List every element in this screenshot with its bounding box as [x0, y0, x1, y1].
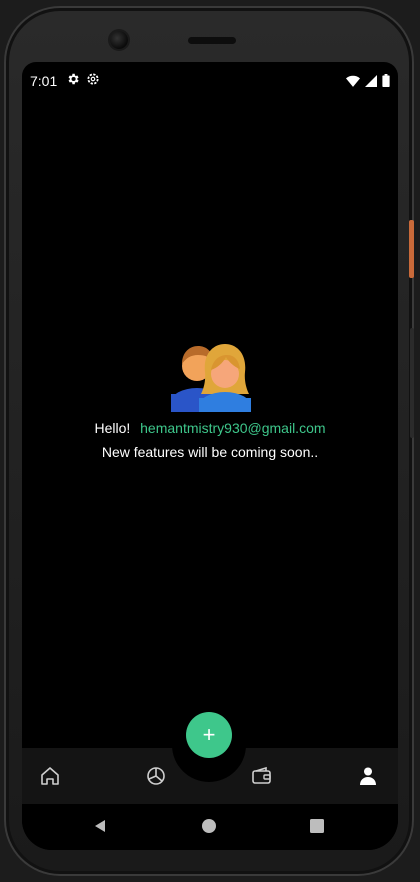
coming-soon-message: New features will be coming soon.. [101, 444, 319, 460]
status-right-icons [346, 74, 390, 92]
earpiece-speaker [188, 37, 236, 44]
status-time: 7:01 [30, 73, 58, 89]
pie-chart-icon[interactable] [144, 764, 168, 788]
recents-icon[interactable] [309, 818, 325, 839]
status-bar: 7:01 [22, 70, 398, 92]
volume-rocker [410, 328, 414, 438]
profile-icon[interactable] [356, 764, 380, 788]
gear-icon [66, 72, 80, 90]
phone-top-bezel [0, 0, 420, 60]
cell-signal-icon [365, 74, 377, 92]
battery-icon [382, 74, 390, 92]
welcome-section: Hello! hemantmistry930@gmail.com New fea… [22, 332, 398, 460]
system-navigation-bar [22, 804, 398, 850]
user-email: hemantmistry930@gmail.com [140, 420, 326, 436]
wallet-icon[interactable] [250, 764, 274, 788]
people-icon [165, 332, 255, 420]
front-camera [110, 31, 128, 49]
back-icon[interactable] [92, 818, 108, 839]
wifi-icon [346, 74, 360, 92]
home-icon[interactable] [38, 764, 62, 788]
app-screen: 7:01 Hello! hemantmistry930@gmail.com Ne… [22, 62, 398, 850]
home-button-icon[interactable] [201, 818, 217, 839]
add-button[interactable]: + [186, 712, 232, 758]
settings-cog-icon [86, 72, 100, 90]
greeting-line: Hello! hemantmistry930@gmail.com [22, 420, 398, 436]
hello-label: Hello! [94, 420, 131, 436]
power-button [409, 220, 414, 278]
